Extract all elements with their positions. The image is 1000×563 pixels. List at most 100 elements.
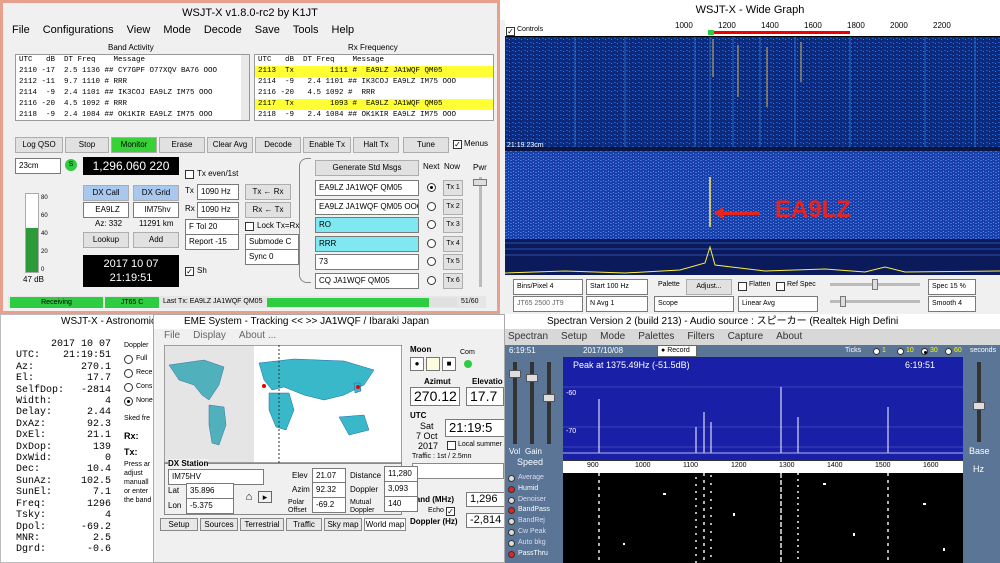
rx-frequency-line[interactable]: 2117 Tx 1093 # EA9LZ JA1WQF QM05 xyxy=(255,99,493,110)
add-button[interactable]: Add xyxy=(133,232,179,248)
tick-option-radio[interactable] xyxy=(873,348,880,355)
tx4-next-radio[interactable] xyxy=(427,238,436,248)
dx-call-button[interactable]: DX Call xyxy=(83,185,129,201)
menu-mode[interactable]: Mode xyxy=(163,24,191,36)
tick-option-radio[interactable] xyxy=(945,348,952,355)
pwr-slider-track[interactable] xyxy=(479,177,482,287)
waterfall-display[interactable] xyxy=(505,37,1000,275)
menu-tools[interactable]: Tools xyxy=(293,24,319,36)
eme-menu-file[interactable]: File xyxy=(164,330,180,341)
report-spinbox[interactable]: Report -15 xyxy=(185,234,239,250)
tx2-next-radio[interactable] xyxy=(427,201,436,211)
tx3-now-button[interactable]: Tx 3 xyxy=(443,217,463,233)
world-map[interactable] xyxy=(164,345,402,463)
tx-message-6-field[interactable]: CQ JA1WQF QM05 xyxy=(315,272,419,289)
band-activity-line[interactable]: 2112 -11 9.7 1110 # RRR xyxy=(16,77,249,88)
speed-slider-handle[interactable] xyxy=(543,394,555,402)
record-button[interactable]: ● Record xyxy=(657,345,697,357)
sh-checkbox[interactable]: ✓ xyxy=(185,267,194,276)
spectran-menu-spectran[interactable]: Spectran xyxy=(508,331,548,342)
menu-file[interactable]: File xyxy=(12,24,30,36)
rx-frequency-line[interactable]: 2114 -9 2.4 1101 ## IK3COJ EA9LZ IM75 OO… xyxy=(255,77,493,88)
globe-icon[interactable]: ▸ xyxy=(258,491,272,503)
monitor-button[interactable]: Monitor xyxy=(111,137,157,153)
spectran-option-indicator[interactable] xyxy=(508,550,515,558)
dx-call-field[interactable]: EA9LZ xyxy=(83,202,129,218)
spectran-menu-filters[interactable]: Filters xyxy=(687,331,714,342)
flatten-checkbox[interactable] xyxy=(738,282,747,291)
tx3-next-radio[interactable] xyxy=(427,220,436,229)
base-slider-handle[interactable] xyxy=(973,402,985,410)
tx4-now-button[interactable]: Tx 4 xyxy=(443,235,463,252)
local-summer-checkbox[interactable] xyxy=(447,441,456,450)
tx-even-checkbox[interactable] xyxy=(185,170,194,179)
enable-tx-button[interactable]: Enable Tx xyxy=(303,137,351,153)
rx-frequency-line[interactable]: 2118 -9 2.4 1084 ## OK1KIR EA9LZ IM75 OO… xyxy=(255,110,493,120)
ftol-spinbox[interactable]: F Tol 20 xyxy=(185,219,239,235)
halt-tx-button[interactable]: Halt Tx xyxy=(353,137,399,153)
submode-spinbox[interactable]: Submode C xyxy=(245,234,299,250)
rx-frequency-line[interactable]: 2116 -20 4.5 1092 # RRR xyxy=(255,88,493,99)
tx2-now-button[interactable]: Tx 2 xyxy=(443,198,463,215)
vol-slider-handle[interactable] xyxy=(509,370,521,378)
mode-freq-field[interactable]: JT65 2500 JT9 xyxy=(513,296,583,312)
lookup-button[interactable]: Lookup xyxy=(83,232,129,248)
spectran-option-indicator[interactable] xyxy=(508,529,515,536)
spectran-waterfall[interactable] xyxy=(563,473,963,563)
scope-select[interactable]: Scope xyxy=(654,296,734,312)
spectrum-display[interactable] xyxy=(563,357,963,460)
band-activity-line[interactable]: 2118 -9 2.4 1084 ## OK1KIR EA9LZ IM75 OO… xyxy=(16,110,249,120)
rx-freq-spinbox[interactable]: 1090 Hz xyxy=(197,202,239,218)
start-hz-spinbox[interactable]: Start 100 Hz xyxy=(586,279,648,295)
tx-from-rx-button[interactable]: Tx ← Rx xyxy=(245,184,291,200)
log-qso-button[interactable]: Log QSO xyxy=(15,137,63,153)
dx-grid-button[interactable]: DX Grid xyxy=(133,185,179,201)
spec-spinbox[interactable]: Spec 15 % xyxy=(928,279,976,295)
menu-view[interactable]: View xyxy=(127,24,151,36)
tx-message-2-field[interactable]: EA9LZ JA1WQF QM05 OOO xyxy=(315,198,419,215)
tab-sky-map[interactable]: Sky map xyxy=(324,518,362,531)
zero-slider-handle[interactable] xyxy=(840,296,846,307)
tx5-now-button[interactable]: Tx 5 xyxy=(443,254,463,270)
spectran-option-indicator[interactable] xyxy=(508,475,515,482)
doppler-option-radio[interactable] xyxy=(124,355,133,364)
band-activity-line[interactable]: 2114 -9 2.4 1101 ## IK3COJ EA9LZ IM75 OO… xyxy=(16,88,249,99)
tab-terrestrial[interactable]: Terrestrial xyxy=(240,518,284,531)
spectran-option-indicator[interactable] xyxy=(508,496,515,504)
band-activity-line[interactable]: 2116 -20 4.5 1092 # RRR xyxy=(16,99,249,110)
generate-std-msgs-button[interactable]: Generate Std Msgs xyxy=(315,160,419,176)
rx-from-tx-button[interactable]: Rx ← Tx xyxy=(245,202,291,218)
adjust-button[interactable]: Adjust... xyxy=(686,279,732,295)
spectran-option-indicator[interactable] xyxy=(508,539,515,547)
tab-sources[interactable]: Sources xyxy=(200,518,238,531)
lock-tx-rx-checkbox[interactable] xyxy=(245,222,254,231)
tx1-now-button[interactable]: Tx 1 xyxy=(443,180,463,196)
erase-button[interactable]: Erase xyxy=(159,137,205,153)
sync-spinbox[interactable]: Sync 0 xyxy=(245,249,299,265)
menus-checkbox[interactable]: ✓ xyxy=(453,140,462,149)
tx-freq-spinbox[interactable]: 1090 Hz xyxy=(197,184,239,200)
home-icon[interactable]: ⌂ xyxy=(242,491,256,503)
menu-decode[interactable]: Decode xyxy=(204,24,242,36)
clear-avg-button[interactable]: Clear Avg xyxy=(207,137,253,153)
tx-message-4-field[interactable]: RRR xyxy=(315,235,419,252)
decode-button[interactable]: Decode xyxy=(255,137,301,153)
tx-message-1-field[interactable]: EA9LZ JA1WQF QM05 xyxy=(315,180,419,196)
tab-traffic[interactable]: Traffic xyxy=(286,518,322,531)
pwr-slider-handle[interactable] xyxy=(473,179,487,186)
tx6-next-radio[interactable] xyxy=(427,275,436,285)
tx1-next-radio[interactable] xyxy=(427,183,436,192)
play-icon[interactable]: ■ xyxy=(442,357,456,371)
rx-frequency-line[interactable]: 2113 Tx 1111 # EA9LZ JA1WQF QM05 xyxy=(255,66,493,77)
tab-world-map[interactable]: World map xyxy=(364,518,406,531)
dx-grid-field[interactable]: IM75hv xyxy=(133,202,179,218)
eme-menu-display[interactable]: Display xyxy=(193,330,226,341)
eme-menu-about[interactable]: About ... xyxy=(239,330,276,341)
tx5-next-radio[interactable] xyxy=(427,257,436,266)
spectran-menu-capture[interactable]: Capture xyxy=(728,331,764,342)
band-select[interactable]: 23cm xyxy=(15,158,61,174)
record-control-stop[interactable]: ● xyxy=(410,357,424,371)
linear-avg-select[interactable]: Linear Avg xyxy=(738,296,818,312)
spectran-menu-mode[interactable]: Mode xyxy=(600,331,625,342)
tune-button[interactable]: Tune xyxy=(403,137,449,153)
